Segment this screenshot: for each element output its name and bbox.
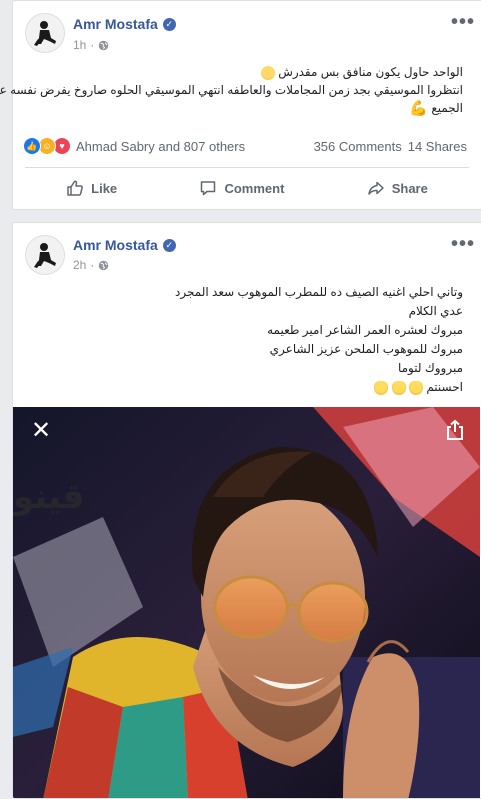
author-avatar[interactable] (25, 13, 65, 53)
post-text-line: الواحد حاول يكون منافق بس مقدرش (0, 63, 463, 81)
post-meta: 1h · (73, 38, 109, 52)
share-arrow-icon (367, 181, 384, 195)
share-label: Share (391, 180, 428, 196)
author-avatar[interactable] (25, 235, 65, 275)
globe-icon (99, 40, 109, 50)
reactors-text[interactable]: Ahmad Sabry and 807 others (76, 139, 245, 154)
post-text-line: مبروك لعشره العمر الشاعر امير طعيمه (267, 323, 463, 337)
reactions-summary: 👍 ☺ ♥ Ahmad Sabry and 807 others 356 Com… (23, 136, 467, 156)
thumbs-up-icon (67, 180, 84, 196)
post-text-line: الجميع 💪 (409, 99, 463, 117)
post-text-line: مبروك للموهوب الملحن عزيز الشاعري (269, 342, 463, 356)
verified-badge-icon: ✓ (162, 17, 176, 31)
avatar-figure-icon (26, 14, 64, 52)
post-meta: 2h · (73, 258, 109, 272)
comment-label: Comment (224, 180, 285, 196)
comment-button[interactable]: Comment (187, 175, 296, 201)
author-name[interactable]: Amr Mostafa (73, 237, 158, 253)
clapping-hands-emoji-icon (391, 380, 406, 395)
post-card-2: Amr Mostafa ✓ 2h · ••• وتاني احلي اغنيه … (12, 222, 481, 799)
post-text-line: عدي الكلام (408, 304, 463, 318)
post-actions: Like Comment Share (25, 172, 469, 204)
close-icon[interactable]: ✕ (26, 415, 56, 445)
more-options-icon[interactable]: ••• (451, 12, 475, 32)
comments-count[interactable]: 356 Comments (314, 139, 402, 154)
post-text: وتاني احلي اغنيه الصيف ده للمطرب الموهوب… (175, 283, 463, 397)
clapping-hands-emoji-icon (408, 380, 423, 395)
verified-badge-icon: ✓ (162, 238, 176, 252)
divider (25, 167, 469, 168)
laughing-emoji-icon (260, 65, 275, 80)
watermark-text: ﻗﻴﻨﻮ (13, 477, 85, 517)
post-time[interactable]: 1h (73, 38, 86, 52)
author-row: Amr Mostafa ✓ (73, 236, 176, 254)
post-text-line: وتاني احلي اغنيه الصيف ده للمطرب الموهوب… (175, 285, 463, 299)
more-options-icon[interactable]: ••• (451, 234, 475, 254)
author-name[interactable]: Amr Mostafa (73, 16, 158, 32)
share-icon[interactable] (440, 415, 470, 445)
comment-bubble-icon (201, 181, 216, 196)
avatar-figure-icon (26, 236, 64, 274)
photo-singer-portrait (13, 407, 480, 798)
author-row: Amr Mostafa ✓ (73, 15, 176, 33)
like-reaction-icon: 👍 (23, 137, 41, 155)
post-time[interactable]: 2h (73, 258, 86, 272)
post-text: الواحد حاول يكون منافق بس مقدرش انتظروا … (0, 63, 463, 118)
post-card-1: Amr Mostafa ✓ 1h · ••• الواحد حاول يكون … (0, 0, 481, 210)
share-button[interactable]: Share (355, 175, 440, 201)
reaction-icons[interactable]: 👍 ☺ ♥ (23, 137, 71, 155)
post-text-line: احسنتم (175, 378, 463, 397)
globe-icon (99, 260, 109, 270)
engagement-counts: 356 Comments 14 Shares (314, 139, 467, 154)
post-text-line: انتظروا الموسيقي بجد زمن المجاملات والعا… (0, 83, 463, 97)
clapping-hands-emoji-icon (374, 380, 389, 395)
shares-count[interactable]: 14 Shares (408, 139, 467, 154)
post-text-line: مبرووك لتوما (397, 361, 463, 375)
flexed-biceps-emoji-icon: 💪 (409, 99, 428, 117)
like-button[interactable]: Like (54, 175, 129, 201)
like-label: Like (91, 180, 118, 196)
post-photo[interactable]: ﻗﻴﻨﻮ ✕ (13, 407, 480, 798)
